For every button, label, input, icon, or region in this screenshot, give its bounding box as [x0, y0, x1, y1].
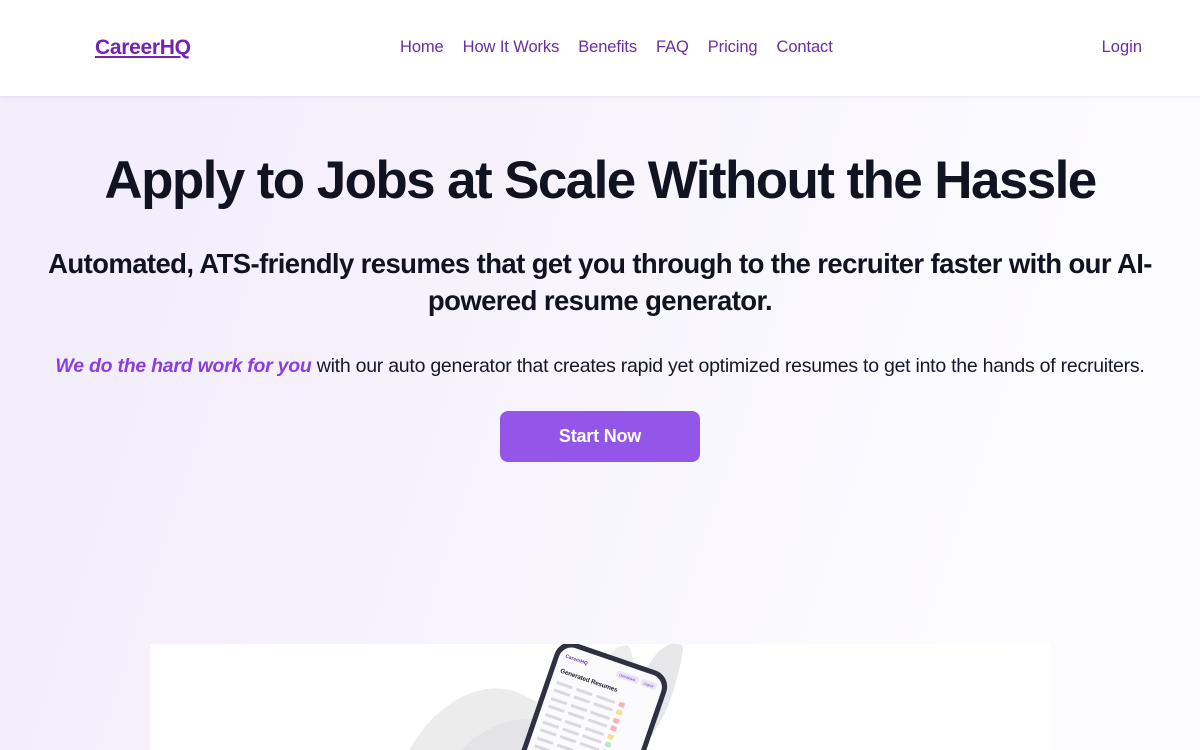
nav-item-faq[interactable]: FAQ: [656, 38, 689, 57]
start-now-button[interactable]: Start Now: [500, 410, 700, 462]
page-title: Apply to Jobs at Scale Without the Hassl…: [104, 151, 1097, 210]
hero-section: Apply to Jobs at Scale Without the Hassl…: [0, 96, 1200, 750]
hero-description: We do the hard work for you with our aut…: [0, 352, 1200, 380]
nav-item-benefits[interactable]: Benefits: [578, 38, 637, 57]
nav-item-home[interactable]: Home: [400, 38, 444, 57]
hero-illustration: CareerHQ Welcome John (Recruit Pro) | Lo…: [150, 644, 1050, 750]
nav-item-how-it-works[interactable]: How It Works: [463, 38, 560, 57]
hero-content: Apply to Jobs at Scale Without the Hassl…: [0, 151, 1200, 462]
login-link[interactable]: Login: [1102, 38, 1142, 57]
site-header: CareerHQ Home How It Works Benefits FAQ …: [0, 0, 1200, 96]
phone-top-chip-dashboard[interactable]: Dashboard: [615, 670, 640, 685]
hero-subheadline: Automated, ATS-friendly resumes that get…: [48, 248, 1152, 316]
phone-top-chip-logout[interactable]: Logout: [639, 678, 658, 691]
hero-image-card: CareerHQ Welcome John (Recruit Pro) | Lo…: [150, 644, 1050, 750]
hero-description-rest: with our auto generator that creates rap…: [311, 355, 1145, 378]
hero-description-accent: We do the hard work for you: [55, 355, 312, 378]
main-nav: Home How It Works Benefits FAQ Pricing C…: [400, 38, 833, 57]
nav-item-pricing[interactable]: Pricing: [708, 38, 758, 57]
nav-item-contact[interactable]: Contact: [777, 38, 833, 57]
cta-container: Start Now: [0, 410, 1200, 462]
logo[interactable]: CareerHQ: [95, 36, 191, 60]
phone-top-chipbar: Dashboard Logout: [615, 670, 658, 691]
